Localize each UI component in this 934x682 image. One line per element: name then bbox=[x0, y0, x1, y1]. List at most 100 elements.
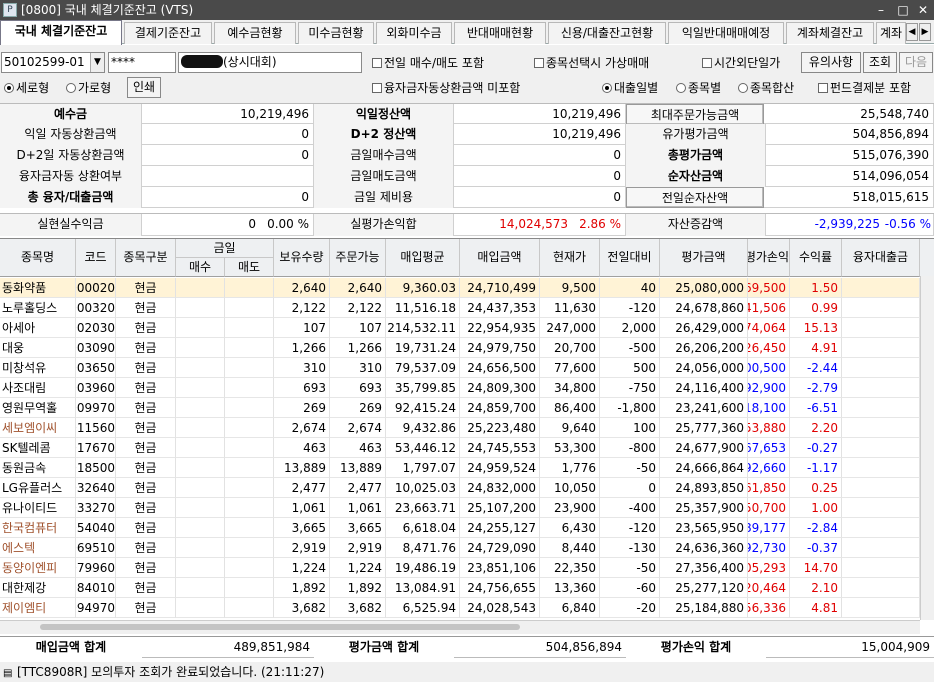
col-header-sell[interactable]: 매도 bbox=[225, 258, 274, 277]
cell-avg: 23,663.71 bbox=[386, 498, 460, 518]
print-button[interactable]: 인쇄 bbox=[127, 77, 161, 98]
pnl-total-label: 평가손익 합계 bbox=[626, 637, 766, 658]
cell-pnl: 1,226,450 bbox=[748, 338, 790, 358]
today-buy-label: 금일매수금액 bbox=[314, 145, 454, 166]
col-header-eval-amount[interactable]: 평가금액 bbox=[660, 239, 748, 277]
table-row[interactable]: SK텔레콤017670현금46346353,446.1224,745,55353… bbox=[0, 438, 920, 458]
cell-prev-diff: -750 bbox=[600, 378, 660, 398]
tab-account[interactable]: 계좌 bbox=[876, 22, 906, 44]
account-name-value: (상시대회) bbox=[223, 55, 277, 69]
cell-eval-amount: 25,777,360 bbox=[660, 418, 748, 438]
virtual-trade-checkbox[interactable]: 종목선택시 가상매매 bbox=[534, 55, 649, 71]
col-header-buy-amount[interactable]: 매입금액 bbox=[460, 239, 540, 277]
table-row[interactable]: 사조대림003960현금69369335,799.8524,809,30034,… bbox=[0, 378, 920, 398]
col-header-avg[interactable]: 매입평균 bbox=[386, 239, 460, 277]
tab-fx-receivables[interactable]: 외화미수금 bbox=[376, 22, 452, 44]
cell-code: 000020 bbox=[76, 278, 116, 298]
tab-reverse-trade-status[interactable]: 반대매매현황 bbox=[454, 22, 546, 44]
next-button[interactable]: 다음 bbox=[899, 52, 933, 73]
col-header-orderable[interactable]: 주문가능 bbox=[330, 239, 386, 277]
col-header-price[interactable]: 현재가 bbox=[540, 239, 600, 277]
tab-receivables-status[interactable]: 미수금현황 bbox=[298, 22, 374, 44]
horizontal-radio[interactable]: 가로형 bbox=[66, 80, 111, 96]
table-row[interactable]: 한국컴퓨터054040현금3,6653,6656,618.0424,255,12… bbox=[0, 518, 920, 538]
account-number-select[interactable]: 50102599-01 ▼ bbox=[1, 52, 105, 73]
col-header-code[interactable]: 코드 bbox=[76, 239, 116, 277]
table-row[interactable]: 유나이티드033270현금1,0611,06123,663.7125,107,2… bbox=[0, 498, 920, 518]
tab-deposit-status[interactable]: 예수금현황 bbox=[214, 22, 296, 44]
scrollbar-thumb[interactable] bbox=[40, 624, 520, 630]
col-header-prev-diff[interactable]: 전일대비 bbox=[600, 239, 660, 277]
cell-rate: 0.99 bbox=[790, 298, 842, 318]
notice-button[interactable]: 유의사항 bbox=[801, 52, 861, 73]
cell-eval-amount: 24,056,000 bbox=[660, 358, 748, 378]
max-order-button[interactable]: 최대주문가능금액 bbox=[626, 104, 764, 125]
table-row[interactable]: 대한제강084010현금1,8921,89213,084.9124,756,65… bbox=[0, 578, 920, 598]
vertical-radio[interactable]: 세로형 bbox=[4, 80, 49, 96]
tab-domestic-execution-balance[interactable]: 국내 체결기준잔고 bbox=[0, 20, 122, 45]
cell-loan bbox=[842, 598, 920, 618]
after-hours-checkbox[interactable]: 시간외단일가 bbox=[702, 55, 780, 71]
chevron-down-icon[interactable]: ▼ bbox=[90, 53, 104, 72]
col-header-hold[interactable]: 보유수량 bbox=[274, 239, 330, 277]
table-row[interactable]: 아세아002030현금107107214,532.1122,954,935247… bbox=[0, 318, 920, 338]
stock-sum-radio[interactable]: 종목합산 bbox=[738, 80, 794, 96]
close-icon[interactable]: ✕ bbox=[912, 0, 934, 20]
tab-prev-icon[interactable]: ◀ bbox=[906, 23, 918, 41]
tab-account-execution-balance[interactable]: 계좌체결잔고 bbox=[786, 22, 874, 44]
table-row[interactable]: 미창석유003650현금31031079,537.0924,656,50077,… bbox=[0, 358, 920, 378]
maximize-icon[interactable]: □ bbox=[892, 0, 914, 20]
realized-label: 실현실수익금 bbox=[0, 214, 142, 236]
cell-hold: 269 bbox=[274, 398, 330, 418]
buy-total-label: 매입금액 합계 bbox=[0, 637, 142, 658]
tab-settlement-balance[interactable]: 결제기준잔고 bbox=[124, 22, 212, 44]
query-button[interactable]: 조회 bbox=[863, 52, 897, 73]
cell-name: 영원무역홀 bbox=[0, 398, 76, 418]
cell-code: 002030 bbox=[76, 318, 116, 338]
col-header-buy[interactable]: 매수 bbox=[176, 258, 225, 277]
tab-next-icon[interactable]: ▶ bbox=[919, 23, 931, 41]
prev-day-include-checkbox[interactable]: 전일 매수/매도 포함 bbox=[372, 55, 484, 71]
table-row[interactable]: 동원금속018500현금13,88913,8891,797.0724,959,5… bbox=[0, 458, 920, 478]
col-header-name[interactable]: 종목명 bbox=[0, 239, 76, 277]
asset-change-label: 자산증감액 bbox=[626, 214, 766, 236]
cell-today-sell bbox=[225, 598, 274, 618]
table-row[interactable]: 세보엠이씨011560현금2,6742,6749,432.8625,223,48… bbox=[0, 418, 920, 438]
loan-auto-repay-label: 융자금자동상환금액 미포함 bbox=[384, 81, 521, 95]
col-header-rate[interactable]: 수익률 bbox=[790, 239, 842, 277]
col-header-type[interactable]: 종목구분 bbox=[116, 239, 176, 277]
tab-next-day-reverse-trade[interactable]: 익일반대매매예정 bbox=[668, 22, 784, 44]
cell-type: 현금 bbox=[116, 298, 176, 318]
table-row[interactable]: 노루홀딩스000320현금2,1222,12211,516.1824,437,3… bbox=[0, 298, 920, 318]
minimize-icon[interactable]: – bbox=[870, 0, 892, 20]
col-header-loan[interactable]: 융자대출금 bbox=[842, 239, 920, 277]
vertical-scrollbar[interactable] bbox=[920, 276, 934, 620]
cell-name: LG유플러스 bbox=[0, 478, 76, 498]
cell-eval-amount: 24,666,864 bbox=[660, 458, 748, 478]
table-row[interactable]: 영원무역홀009970현금26926992,415.2424,859,70086… bbox=[0, 398, 920, 418]
by-loan-date-radio[interactable]: 대출일별 bbox=[602, 80, 658, 96]
cell-avg: 6,525.94 bbox=[386, 598, 460, 618]
table-row[interactable]: 제이엠티094970현금3,6823,6826,525.9424,028,543… bbox=[0, 598, 920, 618]
cell-eval-amount: 24,116,400 bbox=[660, 378, 748, 398]
tab-credit-loan-balance[interactable]: 신용/대출잔고현황 bbox=[548, 22, 666, 44]
table-row[interactable]: LG유플러스032640현금2,4772,47710,025.0324,832,… bbox=[0, 478, 920, 498]
cell-orderable: 107 bbox=[330, 318, 386, 338]
app-icon: P bbox=[3, 3, 17, 17]
fund-include-checkbox[interactable]: 펀드결제분 포함 bbox=[818, 80, 934, 96]
cell-avg: 19,731.24 bbox=[386, 338, 460, 358]
loan-auto-repay-checkbox[interactable]: 융자금자동상환금액 미포함 bbox=[372, 80, 520, 96]
cell-name: 동양이엔피 bbox=[0, 558, 76, 578]
cell-eval-amount: 25,080,000 bbox=[660, 278, 748, 298]
horizontal-scrollbar[interactable] bbox=[0, 620, 920, 634]
cell-today-sell bbox=[225, 378, 274, 398]
col-header-pnl[interactable]: 평가손익 bbox=[748, 239, 790, 277]
table-row[interactable]: 동양이엔피079960현금1,2241,22419,486.1923,851,1… bbox=[0, 558, 920, 578]
table-row[interactable]: 동화약품000020현금2,6402,6409,360.0324,710,499… bbox=[0, 278, 920, 298]
password-field[interactable]: **** bbox=[108, 52, 176, 73]
by-stock-radio[interactable]: 종목별 bbox=[676, 80, 721, 96]
table-row[interactable]: 대웅003090현금1,2661,26619,731.2424,979,7502… bbox=[0, 338, 920, 358]
prev-net-assets-button[interactable]: 전일순자산액 bbox=[626, 187, 764, 208]
cell-type: 현금 bbox=[116, 498, 176, 518]
table-row[interactable]: 에스텍069510현금2,9192,9198,471.7624,729,0908… bbox=[0, 538, 920, 558]
